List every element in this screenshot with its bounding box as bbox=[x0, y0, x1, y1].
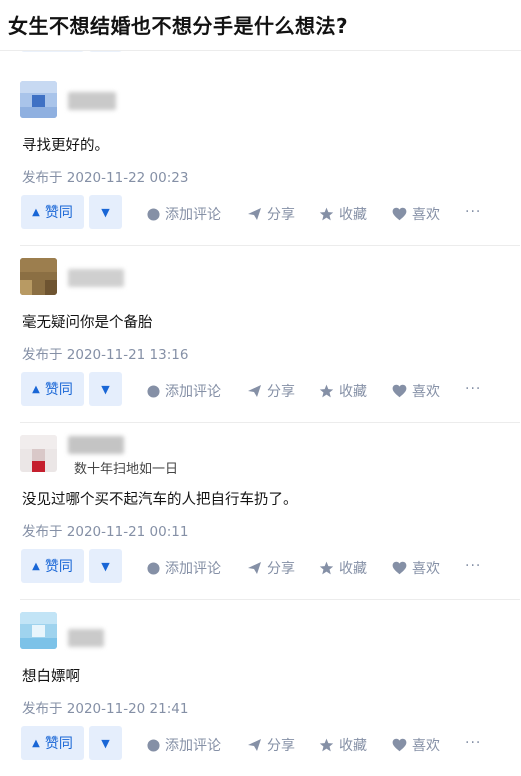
answer-content[interactable]: 想白嫖啊 bbox=[22, 665, 80, 686]
collect-label: 收藏 bbox=[339, 207, 367, 223]
publish-time[interactable]: 发布于 2020-11-21 13:16 bbox=[22, 343, 188, 363]
comment-icon bbox=[147, 738, 160, 752]
more-button[interactable]: ··· bbox=[465, 735, 481, 751]
upvote-button[interactable]: ▲ 赞同 bbox=[21, 549, 84, 583]
collect-button[interactable]: 收藏 bbox=[319, 204, 367, 224]
answer-item: 寻找更好的。 发布于 2020-11-22 00:23 ▲ 赞同 ▼ 添加评论 … bbox=[0, 68, 521, 245]
like-button[interactable]: 喜欢 bbox=[392, 381, 440, 401]
share-icon bbox=[247, 561, 262, 575]
share-button[interactable]: 分享 bbox=[247, 204, 295, 224]
add-comment-button[interactable]: 添加评论 bbox=[147, 735, 221, 755]
heart-icon bbox=[392, 207, 407, 221]
author-name[interactable] bbox=[68, 92, 116, 110]
heart-icon bbox=[392, 738, 407, 752]
like-button[interactable]: 喜欢 bbox=[392, 204, 440, 224]
heart-icon bbox=[392, 561, 407, 575]
share-icon bbox=[247, 384, 262, 398]
share-button[interactable]: 分享 bbox=[247, 735, 295, 755]
publish-time[interactable]: 发布于 2020-11-21 00:11 bbox=[22, 520, 188, 540]
collect-label: 收藏 bbox=[339, 561, 367, 577]
upvote-label: 赞同 bbox=[44, 205, 73, 221]
like-label: 喜欢 bbox=[412, 561, 440, 577]
question-title[interactable]: 女生不想结婚也不想分手是什么想法? bbox=[8, 10, 348, 39]
upvote-triangle-icon: ▲ bbox=[32, 560, 40, 572]
answer-content[interactable]: 毫无疑问你是个备胎 bbox=[22, 311, 153, 332]
star-icon bbox=[319, 561, 334, 575]
add-comment-button[interactable]: 添加评论 bbox=[147, 204, 221, 224]
comment-icon bbox=[147, 384, 160, 398]
answer-item: 想白嫖啊 发布于 2020-11-20 21:41 ▲ 赞同 ▼ 添加评论 分享… bbox=[0, 599, 521, 776]
downvote-button[interactable]: ▼ bbox=[89, 549, 122, 583]
author-name[interactable] bbox=[68, 629, 104, 647]
author-bio: 数十年扫地如一日 bbox=[74, 462, 179, 477]
answer-content[interactable]: 没见过哪个买不起汽车的人把自行车扔了。 bbox=[22, 488, 298, 509]
more-button[interactable]: ··· bbox=[465, 381, 481, 397]
answer-item: 数十年扫地如一日 没见过哪个买不起汽车的人把自行车扔了。 发布于 2020-11… bbox=[0, 422, 521, 599]
avatar[interactable] bbox=[20, 81, 57, 118]
add-comment-button[interactable]: 添加评论 bbox=[147, 381, 221, 401]
more-button[interactable]: ··· bbox=[465, 204, 481, 220]
share-button[interactable]: 分享 bbox=[247, 558, 295, 578]
downvote-triangle-icon: ▼ bbox=[101, 382, 110, 396]
answer-content[interactable]: 寻找更好的。 bbox=[22, 134, 109, 155]
downvote-triangle-icon: ▼ bbox=[101, 736, 110, 750]
upvote-button[interactable]: ▲ 赞同 bbox=[21, 195, 84, 229]
comment-icon bbox=[147, 207, 160, 221]
add-comment-label: 添加评论 bbox=[165, 561, 221, 577]
avatar[interactable] bbox=[20, 258, 57, 295]
share-label: 分享 bbox=[267, 384, 295, 400]
collect-label: 收藏 bbox=[339, 738, 367, 754]
author-name[interactable] bbox=[68, 269, 124, 287]
author-name[interactable] bbox=[68, 436, 124, 454]
answer-item: 毫无疑问你是个备胎 发布于 2020-11-21 13:16 ▲ 赞同 ▼ 添加… bbox=[0, 245, 521, 422]
upvote-triangle-icon: ▲ bbox=[32, 383, 40, 395]
share-label: 分享 bbox=[267, 207, 295, 223]
upvote-triangle-icon: ▲ bbox=[32, 737, 40, 749]
share-button[interactable]: 分享 bbox=[247, 381, 295, 401]
collect-label: 收藏 bbox=[339, 384, 367, 400]
collect-button[interactable]: 收藏 bbox=[319, 558, 367, 578]
share-icon bbox=[247, 738, 262, 752]
collect-button[interactable]: 收藏 bbox=[319, 735, 367, 755]
like-label: 喜欢 bbox=[412, 207, 440, 223]
downvote-triangle-icon: ▼ bbox=[101, 559, 110, 573]
avatar[interactable] bbox=[20, 612, 57, 649]
downvote-button[interactable]: ▼ bbox=[89, 195, 122, 229]
publish-time[interactable]: 发布于 2020-11-22 00:23 bbox=[22, 166, 188, 186]
share-label: 分享 bbox=[267, 561, 295, 577]
like-button[interactable]: 喜欢 bbox=[392, 735, 440, 755]
upvote-label: 赞同 bbox=[44, 559, 73, 575]
like-button[interactable]: 喜欢 bbox=[392, 558, 440, 578]
share-label: 分享 bbox=[267, 738, 295, 754]
downvote-button[interactable]: ▼ bbox=[89, 372, 122, 406]
upvote-button[interactable]: ▲ 赞同 bbox=[21, 726, 84, 760]
upvote-label: 赞同 bbox=[44, 736, 73, 752]
add-comment-label: 添加评论 bbox=[165, 384, 221, 400]
question-header: 女生不想结婚也不想分手是什么想法? bbox=[0, 0, 521, 51]
avatar[interactable] bbox=[20, 435, 57, 472]
upvote-button[interactable]: ▲ 赞同 bbox=[21, 372, 84, 406]
add-comment-label: 添加评论 bbox=[165, 207, 221, 223]
more-button[interactable]: ··· bbox=[465, 558, 481, 574]
downvote-triangle-icon: ▼ bbox=[101, 205, 110, 219]
upvote-triangle-icon: ▲ bbox=[32, 206, 40, 218]
comment-icon bbox=[147, 561, 160, 575]
add-comment-button[interactable]: 添加评论 bbox=[147, 558, 221, 578]
add-comment-label: 添加评论 bbox=[165, 738, 221, 754]
downvote-button[interactable]: ▼ bbox=[89, 726, 122, 760]
upvote-label: 赞同 bbox=[44, 382, 73, 398]
star-icon bbox=[319, 207, 334, 221]
heart-icon bbox=[392, 384, 407, 398]
star-icon bbox=[319, 738, 334, 752]
share-icon bbox=[247, 207, 262, 221]
like-label: 喜欢 bbox=[412, 384, 440, 400]
publish-time[interactable]: 发布于 2020-11-20 21:41 bbox=[22, 697, 188, 717]
star-icon bbox=[319, 384, 334, 398]
like-label: 喜欢 bbox=[412, 738, 440, 754]
collect-button[interactable]: 收藏 bbox=[319, 381, 367, 401]
